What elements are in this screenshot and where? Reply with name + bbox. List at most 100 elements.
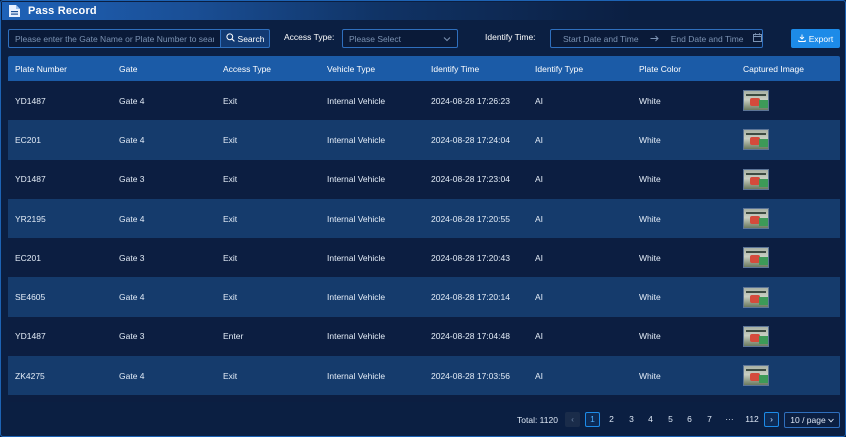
chevron-left-icon: ‹: [571, 414, 574, 424]
table-cell: YD1487: [15, 174, 46, 185]
captured-image-thumbnail[interactable]: [743, 129, 769, 151]
table-cell: AI: [535, 213, 544, 224]
chevron-down-icon: [827, 415, 834, 425]
table-header: Plate Number Gate Access Type Vehicle Ty…: [8, 56, 840, 81]
table-cell: Exit: [223, 252, 238, 263]
column-header: Captured Image: [743, 63, 804, 74]
column-header: Access Type: [223, 63, 272, 74]
table-cell: Gate 4: [119, 292, 145, 303]
table-row[interactable]: EC201 Gate 3 Exit Internal Vehicle 2024-08-2…: [8, 238, 840, 278]
table-cell: 2024-08-28 17:20:55: [431, 213, 510, 224]
captured-image-thumbnail[interactable]: [743, 90, 769, 112]
captured-image-cell: [736, 365, 840, 387]
search-input[interactable]: [8, 29, 221, 48]
page-size-select[interactable]: 10 / page: [784, 412, 840, 428]
page-title: Pass Record: [28, 5, 97, 17]
table-cell: Gate 3: [119, 331, 145, 342]
end-date-input[interactable]: End Date and Time: [671, 34, 751, 44]
page-number-7[interactable]: 7: [702, 412, 717, 427]
captured-image-thumbnail[interactable]: [743, 247, 769, 269]
table-cell: Internal Vehicle: [327, 331, 386, 342]
start-date-input[interactable]: Start Date and Time: [563, 34, 645, 44]
table-cell: 2024-08-28 17:20:43: [431, 252, 510, 263]
page-number-4[interactable]: 4: [643, 412, 658, 427]
pass-record-table: Plate Number Gate Access Type Vehicle Ty…: [8, 56, 840, 403]
page-size-label: 10 / page: [790, 415, 826, 425]
table-cell: Gate 3: [119, 174, 145, 185]
calendar-icon: [752, 33, 762, 44]
table-cell: 2024-08-28 17:20:14: [431, 292, 510, 303]
identify-time-label: Identify Time:: [485, 32, 536, 42]
captured-image-thumbnail[interactable]: [743, 365, 769, 387]
table-cell: SE4605: [15, 292, 46, 303]
table-cell: White: [639, 134, 661, 145]
table-cell: YR2195: [15, 213, 46, 224]
toolbar: Search Access Type: Please Select Identi…: [1, 28, 845, 50]
table-cell: Exit: [223, 292, 238, 303]
table-row[interactable]: YD1487 Gate 3 Enter Internal Vehicle 2024-08…: [8, 316, 840, 357]
table-cell: AI: [535, 252, 544, 263]
table-cell: ZK4275: [15, 370, 45, 381]
title-bar: Pass Record: [2, 2, 844, 20]
column-header: Vehicle Type: [327, 63, 376, 74]
captured-image-cell: [736, 208, 840, 230]
access-type-placeholder: Please Select: [349, 33, 401, 44]
table-cell: Internal Vehicle: [327, 174, 386, 185]
table-row[interactable]: YD1487 Gate 3 Exit Internal Vehicle 2024-08-…: [8, 159, 840, 199]
table-cell: EC201: [15, 252, 41, 263]
page-number-2[interactable]: 2: [604, 412, 619, 427]
table-cell: Internal Vehicle: [327, 213, 386, 224]
table-cell: AI: [535, 331, 544, 342]
page-number-112[interactable]: 112: [742, 412, 762, 427]
page-ellipsis[interactable]: ···: [722, 412, 737, 427]
table-body: YD1487 Gate 4 Exit Internal Vehicle 2024-08-…: [8, 81, 840, 396]
table-cell: AI: [535, 292, 544, 303]
chevron-down-icon: [443, 34, 451, 44]
column-header: Plate Number: [15, 63, 67, 74]
pass-record-window: Pass Record Search Access Type: Please S…: [0, 0, 846, 437]
page-number-3[interactable]: 3: [624, 412, 639, 427]
column-header: Identify Type: [535, 63, 584, 74]
table-row[interactable]: YD1487 Gate 4 Exit Internal Vehicle 2024-08-…: [8, 81, 840, 121]
captured-image-thumbnail[interactable]: [743, 325, 769, 347]
table-cell: Exit: [223, 370, 238, 381]
table-cell: AI: [535, 134, 544, 145]
download-icon: [798, 34, 806, 44]
table-cell: 2024-08-28 17:04:48: [431, 331, 510, 342]
table-row[interactable]: EC201 Gate 4 Exit Internal Vehicle 2024-08-2…: [8, 120, 840, 160]
table-cell: AI: [535, 370, 544, 381]
table-cell: Internal Vehicle: [327, 134, 386, 145]
captured-image-cell: [736, 90, 840, 112]
table-cell: White: [639, 292, 661, 303]
access-type-select[interactable]: Please Select: [342, 29, 458, 48]
next-page-button[interactable]: ›: [764, 412, 779, 427]
total-count: Total: 1120: [517, 415, 558, 425]
table-row[interactable]: SE4605 Gate 4 Exit Internal Vehicle 2024-08-…: [8, 277, 840, 317]
table-row-partial: [8, 395, 840, 403]
search-icon: [225, 33, 235, 44]
export-button[interactable]: Export: [791, 29, 840, 48]
table-row[interactable]: ZK4275 Gate 4 Exit Internal Vehicle 2024-08-…: [8, 356, 840, 396]
table-row[interactable]: YR2195 Gate 4 Exit Internal Vehicle 2024-08-…: [8, 198, 840, 239]
search-button[interactable]: Search: [220, 29, 270, 48]
page-number-6[interactable]: 6: [682, 412, 697, 427]
table-cell: Enter: [223, 331, 244, 342]
prev-page-button[interactable]: ‹: [565, 412, 580, 427]
page-number-1[interactable]: 1: [585, 412, 600, 427]
table-cell: EC201: [15, 134, 41, 145]
page-number-5[interactable]: 5: [663, 412, 678, 427]
captured-image-cell: [736, 325, 840, 347]
table-cell: White: [639, 213, 661, 224]
table-cell: AI: [535, 174, 544, 185]
table-cell: 2024-08-28 17:26:23: [431, 95, 510, 106]
table-cell: Exit: [223, 213, 238, 224]
captured-image-thumbnail[interactable]: [743, 208, 769, 230]
date-range-picker[interactable]: Start Date and Time End Date and Time: [550, 29, 763, 48]
captured-image-thumbnail[interactable]: [743, 286, 769, 308]
captured-image-thumbnail[interactable]: [743, 168, 769, 190]
table-cell: White: [639, 331, 661, 342]
table-cell: White: [639, 174, 661, 185]
access-type-label: Access Type:: [284, 32, 335, 42]
arrow-right-icon: [645, 34, 665, 44]
table-cell: Exit: [223, 134, 238, 145]
